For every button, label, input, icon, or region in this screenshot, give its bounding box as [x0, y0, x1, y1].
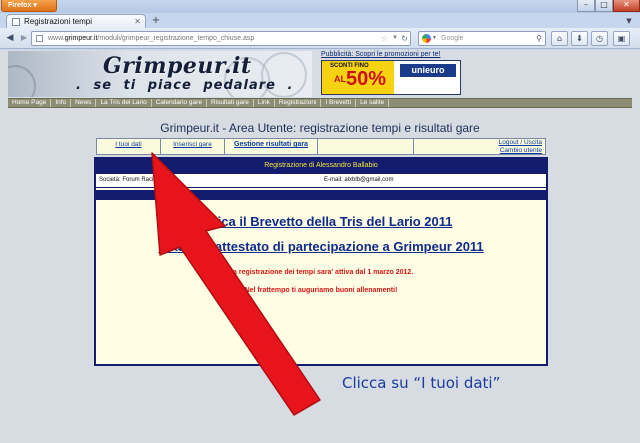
- tab-my-data[interactable]: I tuoi dati: [96, 138, 160, 155]
- menu-item-brevetti[interactable]: I Brevetti: [321, 99, 357, 107]
- ad-brand-logo: unieuro: [400, 64, 456, 77]
- page-icon: [12, 18, 20, 26]
- web-page: Grimpeur.it . se ti piace pedalare . Pub…: [0, 50, 640, 443]
- tab-close-icon[interactable]: ✕: [134, 15, 141, 28]
- url-path: /moduli/grimpeur_registrazione_tempo_chi…: [97, 35, 255, 42]
- site-identity-icon: [36, 35, 43, 42]
- ad-banner[interactable]: SCONTI FINO AL 50% unieuro: [321, 60, 461, 95]
- search-placeholder: Google: [441, 35, 464, 42]
- menu-item-link[interactable]: Link: [254, 99, 275, 107]
- search-bar[interactable]: ▼ Google ⚲: [418, 31, 546, 46]
- ad-link[interactable]: Pubblicità: Scopri le promozioni per te!: [321, 51, 440, 58]
- close-icon[interactable]: ✕: [613, 0, 640, 12]
- forward-icon[interactable]: ▶: [18, 31, 30, 46]
- tab-manage-results[interactable]: Gestione risultati gara: [224, 138, 317, 155]
- email-label: E-mail: alxblb@gmail.com: [324, 177, 394, 183]
- training-notice: Nel frattempo ti auguriamo buoni allenam…: [244, 287, 398, 294]
- search-engine-dropdown-icon[interactable]: ▼: [432, 32, 437, 45]
- url-prefix: www.: [48, 35, 65, 42]
- site-tagline: . se ti piace pedalare .: [76, 78, 294, 93]
- tab-bar: Registrazioni tempi ✕ + ▼: [0, 13, 640, 28]
- url-bar[interactable]: www.grimpeur.it/moduli/grimpeur_registra…: [31, 31, 411, 46]
- site-banner[interactable]: Grimpeur.it . se ti piace pedalare .: [8, 51, 312, 97]
- annotation-caption: Clicca su “I tuoi dati”: [342, 374, 501, 392]
- tab-registrazioni[interactable]: Registrazioni tempi ✕: [6, 14, 146, 28]
- user-info-row: Società: Forum Racing Team E-mail: alxbl…: [96, 173, 546, 188]
- navigation-toolbar: ◀ ▶ www.grimpeur.it/moduli/grimpeur_regi…: [0, 28, 640, 49]
- menu-item-tris-lario[interactable]: La Tris del Lario: [96, 99, 152, 107]
- registration-notice: La registrazione dei tempi sara' attiva …: [228, 269, 414, 276]
- reload-icon[interactable]: ↻: [401, 32, 408, 45]
- maximize-icon[interactable]: □: [595, 0, 613, 12]
- site-menu: Home Page Info News La Tris del Lario Ca…: [8, 98, 632, 108]
- url-dropdown-icon[interactable]: ▼: [392, 32, 398, 45]
- window-titlebar: Firefox ▾ – □ ✕: [0, 0, 640, 13]
- logout-links: Logout / Uscita Cambio utente: [413, 138, 546, 155]
- tab-manage-results-label: Gestione risultati gara: [234, 141, 308, 148]
- tab-insert-races[interactable]: Inserisci gare: [160, 138, 224, 155]
- url-domain: grimpeur.it: [64, 35, 98, 42]
- site-header: Grimpeur.it . se ti piace pedalare . Pub…: [8, 51, 632, 97]
- menu-item-risultati[interactable]: Risultati gare: [207, 99, 254, 107]
- new-tab-button[interactable]: +: [149, 15, 163, 27]
- download-attestato-link[interactable]: Scarica l'attestato di partecipazione a …: [96, 239, 546, 254]
- menu-item-home[interactable]: Home Page: [8, 99, 52, 107]
- site-logo[interactable]: Grimpeur.it: [103, 53, 252, 79]
- change-user-link[interactable]: Cambio utente: [414, 147, 542, 155]
- tab-title: Registrazioni tempi: [24, 17, 93, 26]
- menu-item-info[interactable]: Info: [51, 99, 72, 107]
- panel-header: Registrazione di Alessandro Ballabio: [96, 159, 546, 173]
- team-label: Società: Forum Racing Team: [99, 177, 177, 183]
- panel-divider: [96, 190, 546, 200]
- ad-text: AL: [334, 74, 346, 84]
- google-icon[interactable]: [422, 34, 431, 43]
- download-brevetto-link[interactable]: Scarica il Brevetto della Tris del Lario…: [96, 214, 546, 229]
- firefox-menu-button[interactable]: Firefox ▾: [1, 0, 57, 12]
- bookmarks-icon[interactable]: ▣: [613, 31, 630, 46]
- ad-discount-badge: SCONTI FINO AL 50%: [322, 61, 394, 94]
- downloads-icon[interactable]: ⬇: [571, 31, 588, 46]
- menu-item-registrazioni[interactable]: Registrazioni: [275, 99, 322, 107]
- ad-percent: 50%: [346, 68, 387, 90]
- logout-link[interactable]: Logout / Uscita: [414, 139, 542, 147]
- tab-list-icon[interactable]: ▼: [622, 15, 636, 27]
- search-icon[interactable]: ⚲: [536, 32, 542, 45]
- menu-item-salite[interactable]: Le salite: [356, 99, 390, 107]
- bookmark-star-icon[interactable]: ☆: [381, 32, 388, 45]
- back-icon[interactable]: ◀: [3, 31, 17, 46]
- history-icon[interactable]: ◷: [591, 31, 608, 46]
- menu-item-calendario[interactable]: Calendario gare: [152, 99, 207, 107]
- home-icon[interactable]: ⌂: [551, 31, 568, 46]
- minimize-icon[interactable]: –: [577, 0, 595, 12]
- user-area-tabs: I tuoi dati Inserisci gare Gestione risu…: [96, 138, 546, 155]
- registration-panel: Registrazione di Alessandro Ballabio Soc…: [94, 157, 548, 366]
- tab-spacer: [317, 138, 413, 155]
- menu-item-news[interactable]: News: [71, 99, 97, 107]
- page-title: Grimpeur.it - Area Utente: registrazione…: [160, 121, 480, 135]
- bicycle-wheel-image: [8, 65, 36, 97]
